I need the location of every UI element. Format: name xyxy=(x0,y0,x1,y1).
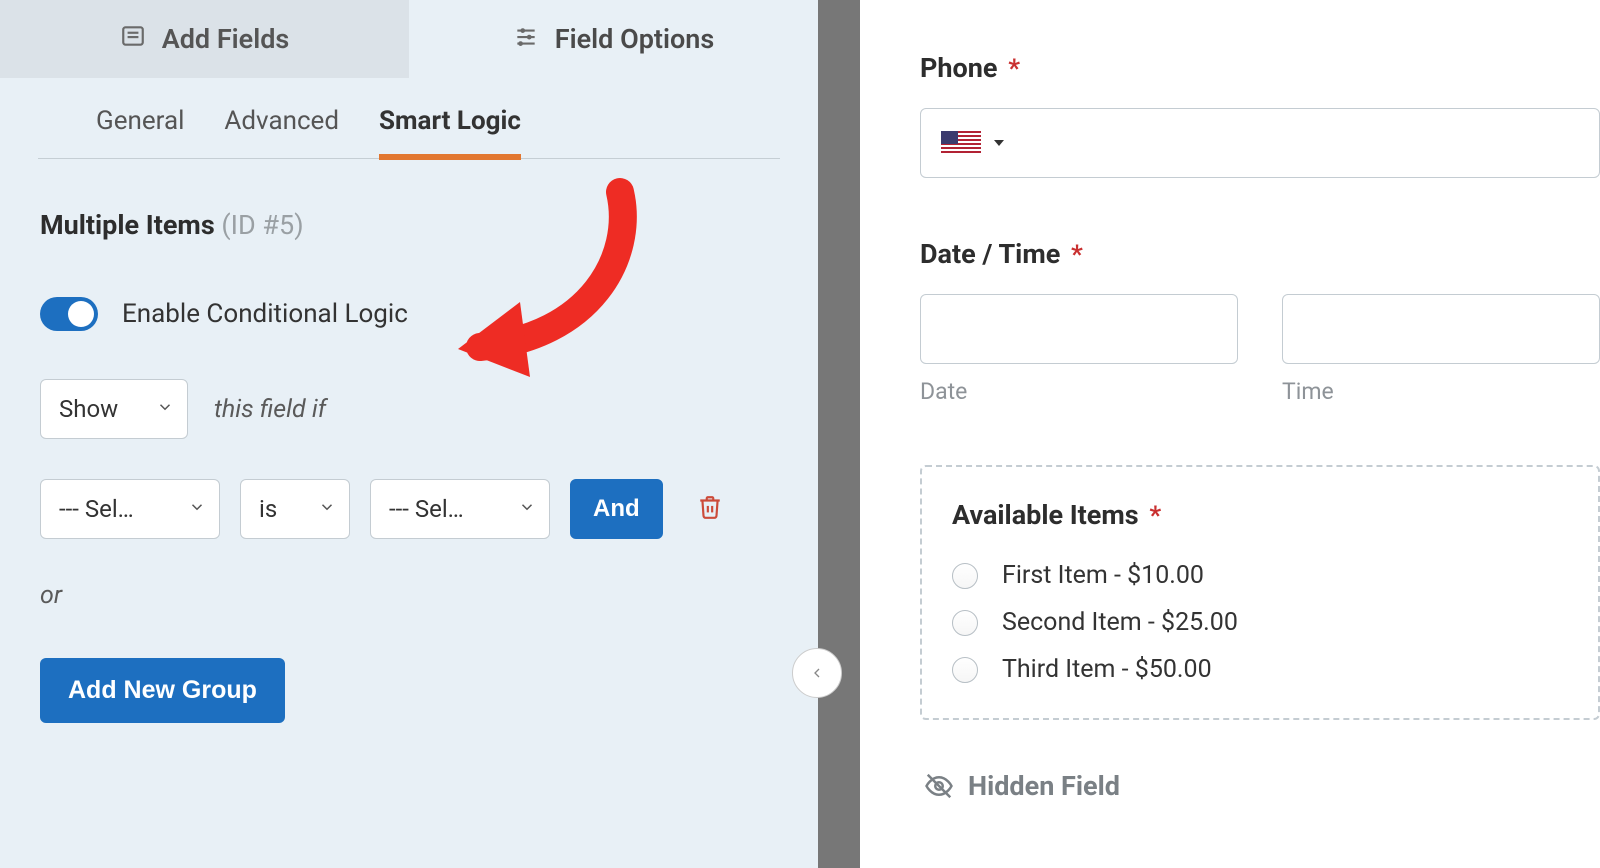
subtab-smart-logic[interactable]: Smart Logic xyxy=(379,106,521,160)
condition-field-select[interactable]: --- Sel… xyxy=(40,479,220,539)
date-column: Date xyxy=(920,294,1238,405)
label-text: Available Items xyxy=(952,499,1139,531)
radio-icon xyxy=(952,563,978,589)
field-label: Phone * xyxy=(920,52,1600,84)
condition-row: --- Sel… is --- Sel… And xyxy=(40,479,778,539)
trash-icon xyxy=(697,494,723,520)
date-time-field[interactable]: Date / Time * Date Time xyxy=(920,238,1600,405)
chevron-left-icon xyxy=(809,665,825,681)
required-asterisk: * xyxy=(1071,240,1083,270)
field-heading: Multiple Items (ID #5) xyxy=(40,209,778,241)
select-value: --- Sel… xyxy=(40,479,220,539)
label-text: Date / Time xyxy=(920,238,1060,270)
action-select[interactable]: Show xyxy=(40,379,188,439)
radio-icon xyxy=(952,657,978,683)
toggle-knob xyxy=(68,301,94,327)
field-label: Available Items * xyxy=(952,499,1568,531)
time-column: Time xyxy=(1282,294,1600,405)
subtab-general[interactable]: General xyxy=(96,106,184,158)
sliders-icon xyxy=(513,23,539,56)
date-time-row: Date Time xyxy=(920,294,1600,405)
date-input[interactable] xyxy=(920,294,1238,364)
left-sidebar: Add Fields Field Options General Advance… xyxy=(0,0,818,868)
select-value: is xyxy=(240,479,350,539)
action-select-value: Show xyxy=(40,379,188,439)
phone-input[interactable] xyxy=(920,108,1600,178)
collapse-panel-button[interactable] xyxy=(792,648,842,698)
form-preview: Phone * Date / Time * Date xyxy=(860,0,1600,868)
radio-label: First Item - $10.00 xyxy=(1002,561,1204,590)
action-row: Show this field if xyxy=(40,379,778,439)
date-sublabel: Date xyxy=(920,378,1238,405)
sub-tabs: General Advanced Smart Logic xyxy=(38,78,780,159)
top-tabs: Add Fields Field Options xyxy=(0,0,818,78)
tab-add-fields[interactable]: Add Fields xyxy=(0,0,409,78)
radio-label: Second Item - $25.00 xyxy=(1002,608,1238,637)
radio-option[interactable]: First Item - $10.00 xyxy=(952,561,1568,590)
flag-us-icon xyxy=(941,131,981,155)
panel-body: Multiple Items (ID #5) Enable Conditiona… xyxy=(0,159,818,723)
subtab-advanced[interactable]: Advanced xyxy=(224,106,339,158)
radio-option[interactable]: Third Item - $50.00 xyxy=(952,655,1568,684)
hidden-field-label: Hidden Field xyxy=(968,770,1120,802)
time-input[interactable] xyxy=(1282,294,1600,364)
time-sublabel: Time xyxy=(1282,378,1600,405)
or-text: or xyxy=(40,581,778,610)
tab-label: Field Options xyxy=(555,23,714,55)
and-button[interactable]: And xyxy=(570,479,663,539)
condition-operator-select[interactable]: is xyxy=(240,479,350,539)
conditional-logic-toggle[interactable] xyxy=(40,297,98,331)
available-items-field[interactable]: Available Items * First Item - $10.00 Se… xyxy=(920,465,1600,720)
toggle-label: Enable Conditional Logic xyxy=(122,299,408,329)
phone-field[interactable]: Phone * xyxy=(920,52,1600,178)
label-text: Phone xyxy=(920,52,997,84)
panel-divider xyxy=(818,0,860,868)
condition-value-select[interactable]: --- Sel… xyxy=(370,479,550,539)
caret-down-icon xyxy=(993,134,1005,153)
required-asterisk: * xyxy=(1149,501,1161,531)
eye-off-icon xyxy=(924,771,954,801)
delete-condition-button[interactable] xyxy=(697,494,723,524)
radio-label: Third Item - $50.00 xyxy=(1002,655,1212,684)
form-list-icon xyxy=(120,23,146,56)
tab-label: Add Fields xyxy=(162,23,290,55)
tab-field-options[interactable]: Field Options xyxy=(409,0,818,78)
field-id: (ID #5) xyxy=(221,209,303,241)
hidden-field[interactable]: Hidden Field xyxy=(920,770,1600,802)
required-asterisk: * xyxy=(1008,54,1020,84)
field-label: Date / Time * xyxy=(920,238,1600,270)
this-field-if-text: this field if xyxy=(214,395,326,424)
add-new-group-button[interactable]: Add New Group xyxy=(40,658,285,723)
select-value: --- Sel… xyxy=(370,479,550,539)
toggle-row: Enable Conditional Logic xyxy=(40,297,778,331)
radio-icon xyxy=(952,610,978,636)
field-name: Multiple Items xyxy=(40,209,215,241)
radio-option[interactable]: Second Item - $25.00 xyxy=(952,608,1568,637)
